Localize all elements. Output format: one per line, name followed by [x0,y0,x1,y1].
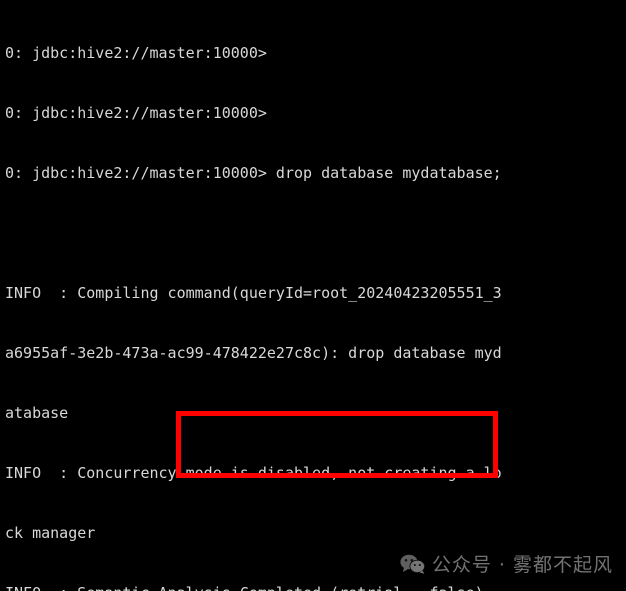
terminal-output[interactable]: 0: jdbc:hive2://master:10000> 0: jdbc:hi… [0,0,626,591]
terminal-line: INFO : Semantic Analysis Completed (retr… [5,583,626,591]
terminal-line: atabase [5,404,69,422]
terminal-window: 0: jdbc:hive2://master:10000> 0: jdbc:hi… [0,0,626,591]
terminal-line: 0: jdbc:hive2://master:10000> [5,104,267,122]
terminal-line: INFO : Concurrency mode is disabled, not… [5,464,502,482]
terminal-line: ck manager [5,524,96,542]
terminal-line: 0: jdbc:hive2://master:10000> drop datab… [5,164,502,182]
terminal-line: INFO : Compiling command(queryId=root_20… [5,284,502,302]
terminal-line: a6955af-3e2b-473a-ac99-478422e27c8c): dr… [5,344,502,362]
terminal-line: 0: jdbc:hive2://master:10000> [5,44,267,62]
